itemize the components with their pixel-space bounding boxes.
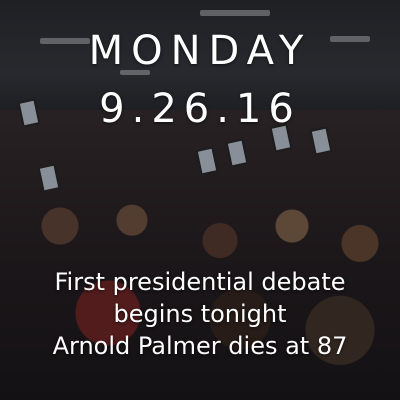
headline-line: begins tonight [113, 300, 287, 328]
headline-line: Arnold Palmer dies at 87 [52, 332, 348, 360]
headline-line: First presidential debate [54, 268, 346, 296]
news-card: MONDAY 9.26.16 First presidential debate… [0, 0, 400, 400]
date-title: 9.26.16 [99, 86, 301, 132]
headline-list: First presidential debate begins tonight… [0, 266, 400, 362]
day-title: MONDAY [88, 28, 312, 74]
